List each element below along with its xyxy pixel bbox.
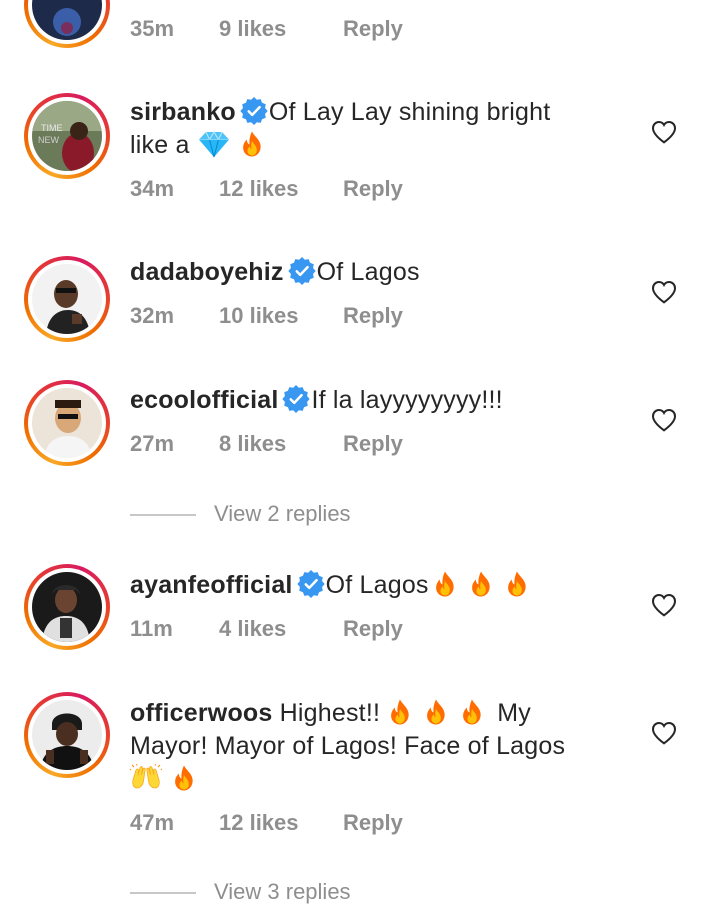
- avatar[interactable]: [24, 0, 110, 48]
- comment-likes[interactable]: 12 likes: [219, 175, 299, 203]
- comment-username[interactable]: ecoolofficial: [130, 386, 278, 414]
- fire-emoji: [170, 764, 198, 792]
- comment-time: 32m: [130, 303, 175, 328]
- fire-emoji: [503, 570, 531, 598]
- view-replies-label[interactable]: View 3 replies: [214, 878, 351, 906]
- gem-stone-emoji: [198, 130, 230, 158]
- comment-username[interactable]: sirbanko: [130, 98, 236, 126]
- comment-body: If la layyyyyyyy!!!: [311, 386, 503, 414]
- fire-emoji: [431, 570, 459, 598]
- comment-text: dadaboyehiz Of Lagos: [130, 256, 630, 289]
- fire-emoji: [386, 698, 414, 726]
- comment-likes[interactable]: 9 likes: [219, 15, 286, 43]
- svg-text:TIME: TIME: [41, 123, 63, 133]
- view-replies-label[interactable]: View 2 replies: [214, 500, 351, 528]
- fire-emoji: [458, 698, 486, 726]
- like-heart-icon[interactable]: [651, 721, 677, 745]
- comment-likes[interactable]: 8 likes: [219, 430, 286, 458]
- comment-time: 34m: [130, 176, 175, 201]
- verified-badge-icon: [282, 385, 310, 413]
- like-heart-icon[interactable]: [651, 593, 677, 617]
- comment-username[interactable]: dadaboyehiz: [130, 258, 284, 286]
- reply-button[interactable]: Reply: [343, 430, 403, 458]
- avatar[interactable]: [24, 564, 110, 650]
- reply-button[interactable]: Reply: [343, 809, 403, 837]
- comment-text: sirbanko Of Lay Lay shining bright like a: [130, 96, 630, 162]
- comment-body-line2: Mayor! Mayor of Lagos! Face of Lagos: [130, 732, 566, 760]
- comment-likes[interactable]: 12 likes: [219, 809, 299, 837]
- comment-likes[interactable]: 4 likes: [219, 615, 286, 643]
- reply-button[interactable]: Reply: [343, 615, 403, 643]
- like-heart-icon[interactable]: [651, 120, 677, 144]
- reply-button[interactable]: Reply: [343, 15, 403, 43]
- comment-body-line2: like a: [130, 131, 190, 159]
- comments-feed: 35m 9 likes Reply TIME NEW sirbanko Of La…: [0, 0, 720, 907]
- comment-username[interactable]: ayanfeofficial: [130, 571, 293, 599]
- reply-button[interactable]: Reply: [343, 302, 403, 330]
- reply-button[interactable]: Reply: [343, 175, 403, 203]
- comment-partial: 35m 9 likes Reply: [0, 0, 720, 60]
- comment-text: officerwoos Highest!! My Mayor! Mayor of …: [130, 697, 630, 796]
- fire-emoji: [467, 570, 495, 598]
- comment-text: ecoolofficial If la layyyyyyyy!!!: [130, 384, 630, 417]
- comment-body: Highest!!: [279, 699, 381, 727]
- svg-text:NEW: NEW: [38, 135, 60, 145]
- avatar[interactable]: [24, 380, 110, 466]
- avatar[interactable]: TIME NEW: [24, 93, 110, 179]
- verified-badge-icon: [240, 97, 268, 125]
- replies-divider: [130, 514, 196, 516]
- verified-badge-icon: [288, 257, 316, 285]
- like-heart-icon[interactable]: [651, 408, 677, 432]
- comment-text: ayanfeofficial Of Lagos: [130, 569, 630, 602]
- comment-time: 27m: [130, 431, 175, 456]
- comment-body: Of Lay Lay shining bright: [268, 98, 551, 126]
- avatar[interactable]: [24, 692, 110, 778]
- comment-time: 47m: [130, 810, 175, 835]
- comment-time: 35m: [130, 16, 175, 41]
- comment-likes[interactable]: 10 likes: [219, 302, 299, 330]
- comment-username[interactable]: officerwoos: [130, 699, 273, 727]
- comment-time: 11m: [130, 616, 173, 641]
- replies-divider: [130, 892, 196, 894]
- comment-body: Of Lagos: [316, 258, 420, 286]
- verified-badge-icon: [297, 570, 325, 598]
- fire-emoji: [422, 698, 450, 726]
- raising-hands-emoji: [130, 764, 162, 792]
- comment-body-part: My: [497, 699, 532, 727]
- avatar[interactable]: [24, 256, 110, 342]
- comment-body: Of Lagos: [325, 571, 429, 599]
- like-heart-icon[interactable]: [651, 280, 677, 304]
- fire-emoji: [238, 130, 266, 158]
